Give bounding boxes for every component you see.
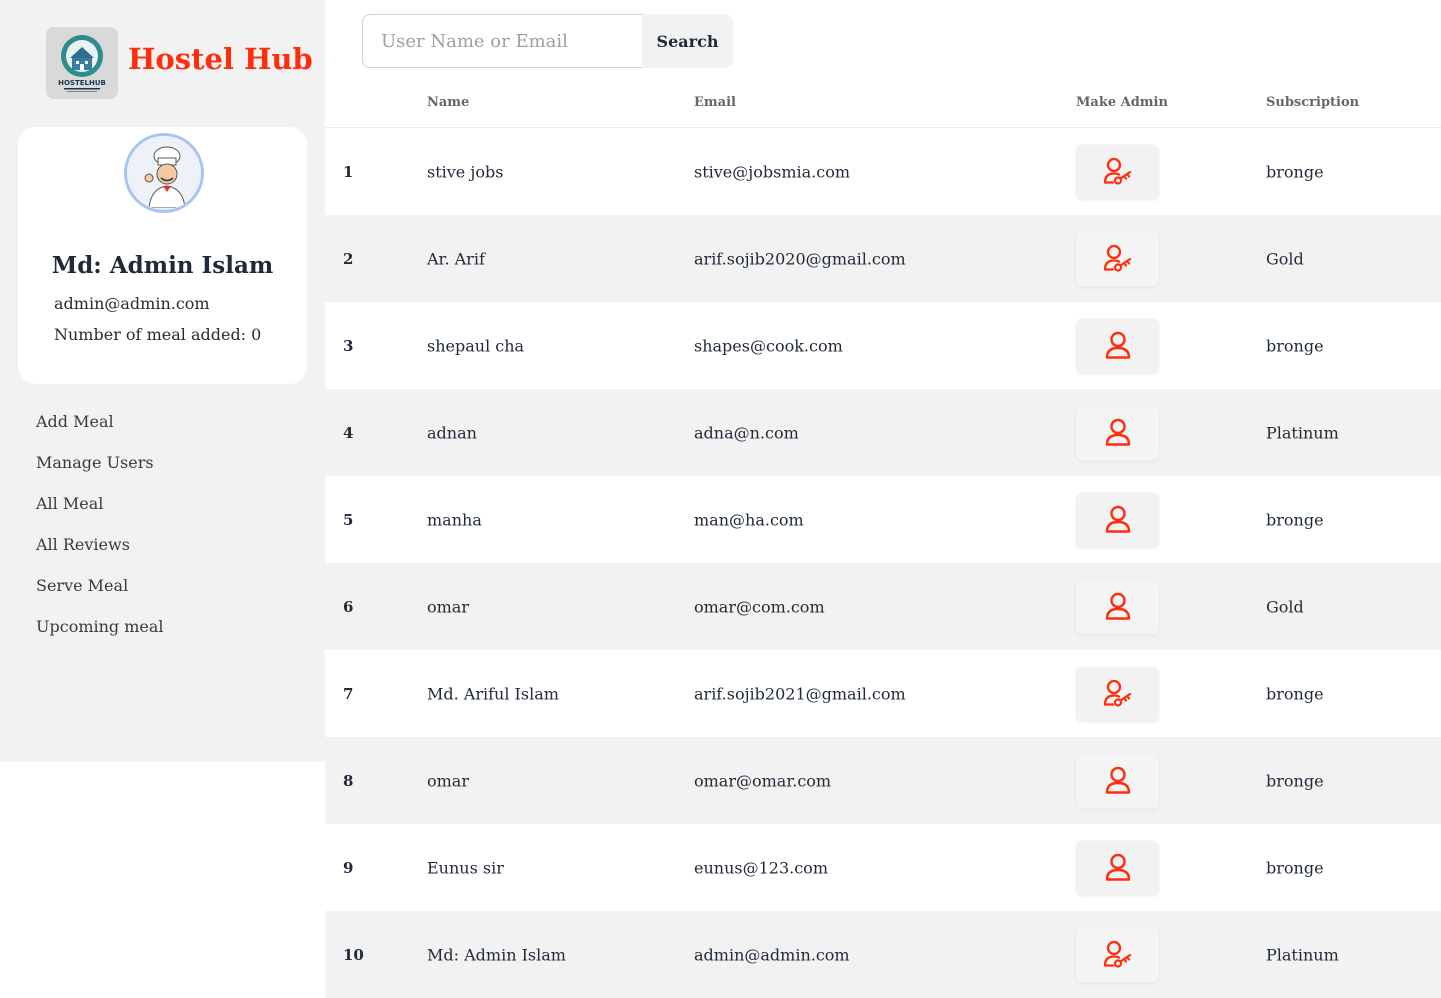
- make-admin-button[interactable]: [1076, 144, 1159, 199]
- make-admin-button[interactable]: [1076, 753, 1159, 808]
- user-key-icon: [1103, 244, 1133, 274]
- logo-text: HOSTELHUB: [58, 79, 106, 87]
- row-email: arif.sojib2020@gmail.com: [694, 249, 906, 268]
- nav-serve-meal[interactable]: Serve Meal: [36, 574, 164, 615]
- row-subscription: bronge: [1266, 510, 1324, 529]
- make-admin-button[interactable]: [1076, 492, 1159, 547]
- users-table: Name Email Make Admin Subscription 1 stiv…: [325, 86, 1441, 998]
- make-admin-button[interactable]: [1076, 579, 1159, 634]
- profile-email: admin@admin.com: [54, 294, 210, 313]
- table-header: Name Email Make Admin Subscription: [325, 86, 1441, 128]
- make-admin-button[interactable]: [1076, 318, 1159, 373]
- row-subscription: bronge: [1266, 771, 1324, 790]
- user-icon: [1104, 505, 1132, 535]
- sidebar: HOSTELHUB Hostel Hub Md: Admin Islam adm…: [0, 0, 325, 762]
- hostel-logo-icon: HOSTELHUB: [58, 35, 106, 92]
- meals-added-count: Number of meal added: 0: [54, 325, 262, 344]
- row-email: eunus@123.com: [694, 858, 828, 877]
- row-subscription: bronge: [1266, 858, 1324, 877]
- row-index: 4: [343, 423, 354, 442]
- row-name: stive jobs: [427, 162, 504, 181]
- row-index: 8: [343, 771, 354, 790]
- table-row: 6 omar omar@com.com Gold: [325, 563, 1441, 650]
- nav-add-meal[interactable]: Add Meal: [36, 410, 164, 451]
- user-icon: [1104, 418, 1132, 448]
- header-subscription: Subscription: [1266, 95, 1360, 110]
- row-email: shapes@cook.com: [694, 336, 843, 355]
- row-subscription: Platinum: [1266, 423, 1339, 442]
- chef-avatar-icon: [129, 138, 199, 208]
- row-email: arif.sojib2021@gmail.com: [694, 684, 906, 703]
- user-icon: [1104, 766, 1132, 796]
- nav-all-reviews[interactable]: All Reviews: [36, 533, 164, 574]
- search-button[interactable]: Search: [642, 14, 733, 68]
- row-email: omar@omar.com: [694, 771, 832, 790]
- table-row: 9 Eunus sir eunus@123.com bronge: [325, 824, 1441, 911]
- user-key-icon: [1103, 940, 1133, 970]
- user-icon: [1104, 853, 1132, 883]
- row-email: man@ha.com: [694, 510, 804, 529]
- brand-title[interactable]: Hostel Hub: [128, 42, 313, 76]
- row-name: omar: [427, 771, 469, 790]
- row-email: admin@admin.com: [694, 945, 850, 964]
- table-body: 1 stive jobs stive@jobsmia.com bronge 2 Ar. A…: [325, 128, 1441, 998]
- search-bar: Search: [362, 14, 733, 68]
- header-name: Name: [427, 95, 470, 110]
- user-icon: [1104, 592, 1132, 622]
- row-subscription: Platinum: [1266, 945, 1339, 964]
- row-index: 9: [343, 858, 354, 877]
- row-name: manha: [427, 510, 482, 529]
- row-name: adnan: [427, 423, 477, 442]
- avatar: [124, 133, 204, 213]
- row-subscription: Gold: [1266, 249, 1304, 268]
- profile-name: Md: Admin Islam: [51, 252, 274, 279]
- row-index: 7: [343, 684, 354, 703]
- nav-manage-users[interactable]: Manage Users: [36, 451, 164, 492]
- row-subscription: bronge: [1266, 336, 1324, 355]
- row-email: adna@n.com: [694, 423, 799, 442]
- row-email: omar@com.com: [694, 597, 825, 616]
- row-subscription: bronge: [1266, 162, 1324, 181]
- header-make-admin: Make Admin: [1076, 95, 1168, 110]
- make-admin-button[interactable]: [1076, 840, 1159, 895]
- make-admin-button[interactable]: [1076, 231, 1159, 286]
- table-row: 4 adnan adna@n.com Platinum: [325, 389, 1441, 476]
- row-subscription: bronge: [1266, 684, 1324, 703]
- make-admin-button[interactable]: [1076, 927, 1159, 982]
- user-icon: [1104, 331, 1132, 361]
- row-index: 1: [343, 162, 354, 181]
- row-email: stive@jobsmia.com: [694, 162, 850, 181]
- table-row: 2 Ar. Arif arif.sojib2020@gmail.com Gold: [325, 215, 1441, 302]
- table-row: 10 Md: Admin Islam admin@admin.com Platinum: [325, 911, 1441, 998]
- row-index: 2: [343, 249, 354, 268]
- logo[interactable]: HOSTELHUB: [46, 27, 118, 99]
- search-input[interactable]: [362, 14, 642, 68]
- nav-upcoming-meal[interactable]: Upcoming meal: [36, 615, 164, 656]
- row-name: Eunus sir: [427, 858, 504, 877]
- user-key-icon: [1103, 157, 1133, 187]
- row-subscription: Gold: [1266, 597, 1304, 616]
- row-name: Md. Ariful Islam: [427, 684, 559, 703]
- make-admin-button[interactable]: [1076, 405, 1159, 460]
- row-name: Ar. Arif: [427, 249, 485, 268]
- row-index: 6: [343, 597, 354, 616]
- user-key-icon: [1103, 679, 1133, 709]
- nav-all-meal[interactable]: All Meal: [36, 492, 164, 533]
- table-row: 7 Md. Ariful Islam arif.sojib2021@gmail.co…: [325, 650, 1441, 737]
- row-index: 10: [343, 945, 364, 964]
- make-admin-button[interactable]: [1076, 666, 1159, 721]
- row-name: shepaul cha: [427, 336, 525, 355]
- row-name: omar: [427, 597, 469, 616]
- header-email: Email: [694, 95, 736, 110]
- row-index: 3: [343, 336, 354, 355]
- table-row: 5 manha man@ha.com bronge: [325, 476, 1441, 563]
- table-row: 8 omar omar@omar.com bronge: [325, 737, 1441, 824]
- table-row: 3 shepaul cha shapes@cook.com bronge: [325, 302, 1441, 389]
- row-index: 5: [343, 510, 354, 529]
- sidebar-nav: Add Meal Manage Users All Meal All Revie…: [36, 410, 164, 656]
- table-row: 1 stive jobs stive@jobsmia.com bronge: [325, 128, 1441, 215]
- profile-card: Md: Admin Islam admin@admin.com Number o…: [18, 127, 307, 384]
- row-name: Md: Admin Islam: [427, 945, 566, 964]
